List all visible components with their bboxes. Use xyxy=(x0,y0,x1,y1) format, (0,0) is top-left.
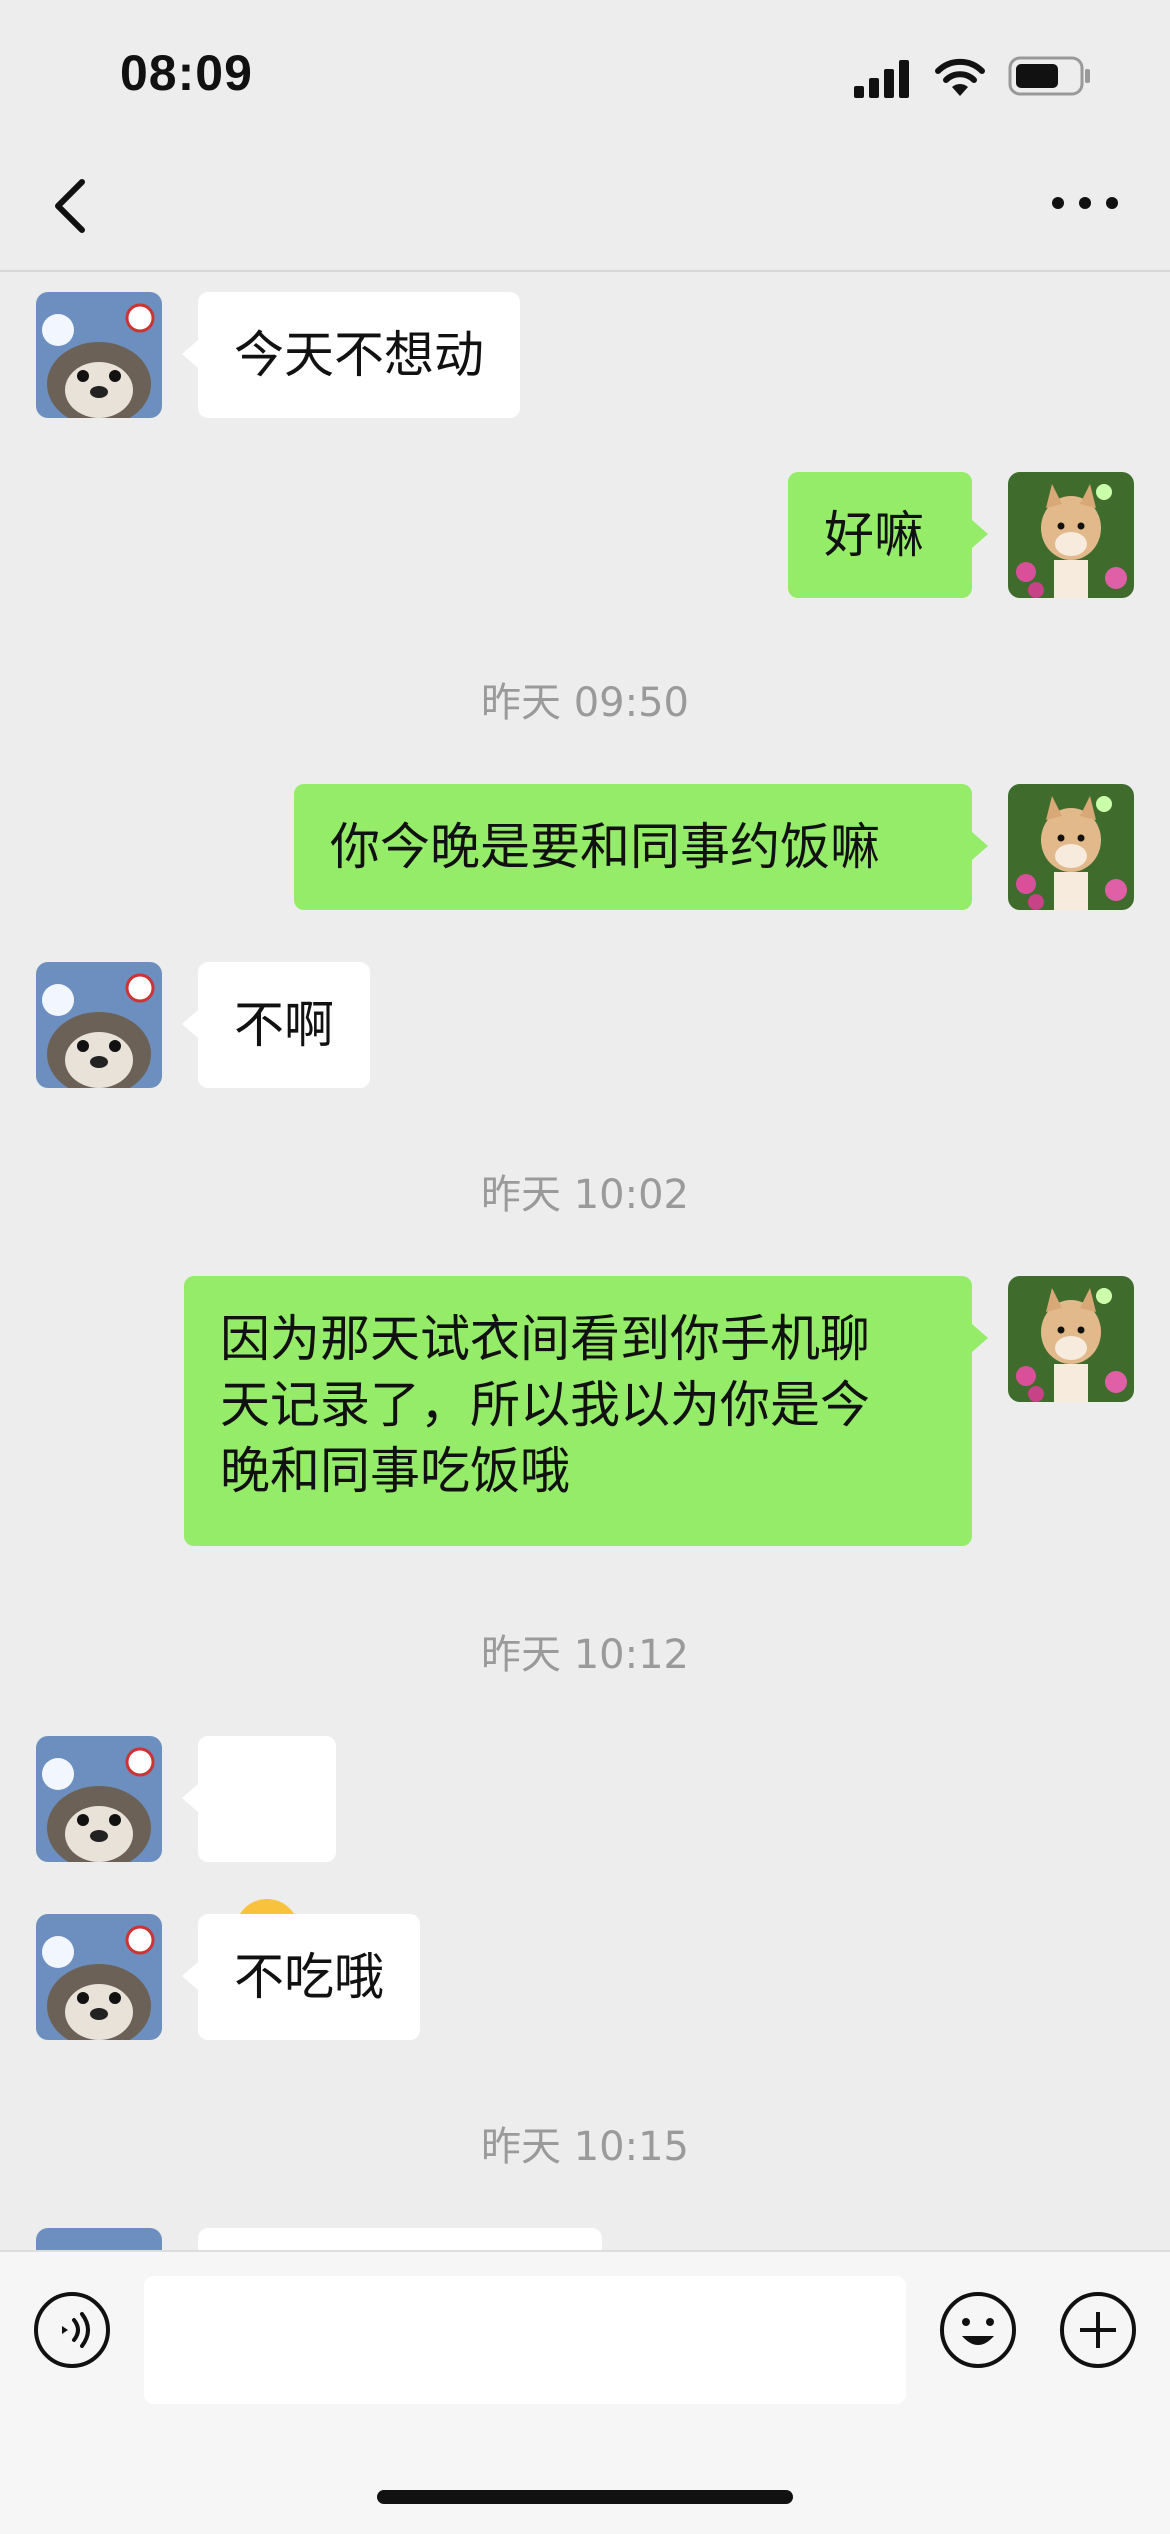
status-bar: 08:09 xyxy=(0,0,1170,150)
message-bubble-incoming[interactable]: 不吃哦 xyxy=(198,1914,420,2040)
plus-icon[interactable] xyxy=(1058,2290,1138,2370)
status-time: 08:09 xyxy=(120,45,253,101)
message-bubble-incoming[interactable] xyxy=(198,2228,602,2250)
my-avatar[interactable] xyxy=(1008,1276,1134,1402)
home-indicator[interactable] xyxy=(377,2490,793,2504)
emoji-icon[interactable] xyxy=(938,2290,1018,2370)
message-input[interactable] xyxy=(144,2276,906,2404)
message-bubble-outgoing[interactable]: 你今晚是要和同事约饭嘛 xyxy=(294,784,972,910)
message-bubble-incoming[interactable]: 今天不想动 xyxy=(198,292,520,418)
contact-avatar[interactable] xyxy=(36,2228,162,2250)
chat-area[interactable]: 今天不想动 好嘛 昨天 09:50 你今晚是要和同事约饭嘛 不啊 昨天 10:0… xyxy=(0,272,1170,2250)
voice-icon[interactable] xyxy=(32,2290,112,2370)
timestamp: 昨天 10:12 xyxy=(481,1632,689,1678)
timestamp: 昨天 10:02 xyxy=(481,1172,689,1218)
chevron-left-icon[interactable] xyxy=(42,176,102,236)
timestamp: 昨天 09:50 xyxy=(481,680,689,726)
message-bubble-incoming[interactable] xyxy=(198,1736,336,1963)
contact-avatar[interactable] xyxy=(36,1914,162,2040)
message-bubble-outgoing[interactable]: 好嘛 xyxy=(788,472,972,598)
timestamp: 昨天 10:15 xyxy=(481,2124,689,2170)
contact-avatar[interactable] xyxy=(36,1736,162,1862)
my-avatar[interactable] xyxy=(1008,472,1134,598)
my-avatar[interactable] xyxy=(1008,784,1134,910)
contact-avatar[interactable] xyxy=(36,292,162,418)
contact-avatar[interactable] xyxy=(36,962,162,1088)
signal-icon xyxy=(854,60,909,98)
battery-icon xyxy=(1008,56,1090,96)
message-bubble-incoming[interactable]: 不啊 xyxy=(198,962,370,1088)
nav-bar xyxy=(0,150,1170,272)
wifi-icon xyxy=(935,58,985,96)
more-dots-icon[interactable] xyxy=(1050,188,1120,218)
message-bubble-outgoing[interactable]: 因为那天试衣间看到你手机聊 天记录了，所以我以为你是今 晚和同事吃饭哦 xyxy=(184,1276,972,1546)
